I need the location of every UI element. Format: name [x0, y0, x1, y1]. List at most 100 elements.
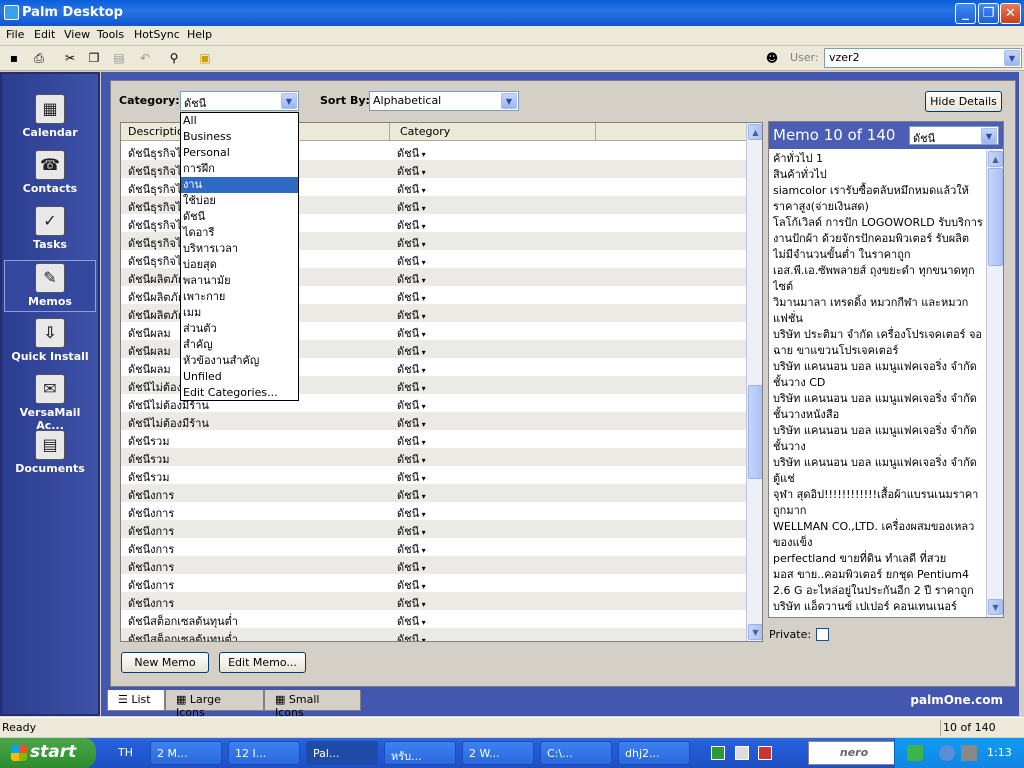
large-icons-view-icon: ▦ — [176, 693, 190, 706]
print-icon[interactable]: ⎙ — [31, 50, 47, 66]
list-scrollbar[interactable]: ▲ ▼ — [746, 123, 762, 641]
taskbar-item-palm[interactable]: Pal... — [306, 741, 378, 765]
table-row[interactable]: ดัชนีงการ ดัชนี — [121, 574, 747, 592]
tab-small-icons[interactable]: ▦ Small Icons — [264, 690, 361, 719]
system-tray: 1:13 — [894, 738, 1024, 768]
tray-icon[interactable] — [907, 745, 923, 761]
menu-tools[interactable]: Tools — [97, 28, 124, 41]
table-row[interactable]: ดัชนีงการ ดัชนี — [121, 502, 747, 520]
dropdown-item[interactable]: บริหารเวลา — [181, 241, 298, 257]
nero-search-box[interactable]: nero — [808, 741, 900, 765]
launcher-versamail[interactable]: ✉ VersaMail Ac... — [4, 372, 96, 432]
minimize-button[interactable]: _ — [955, 3, 976, 24]
user-select[interactable]: vzer2 ▼ — [824, 48, 1022, 68]
copy-icon[interactable]: ❐ — [86, 50, 102, 66]
launcher-quick-install[interactable]: ⇩ Quick Install — [4, 316, 96, 368]
language-indicator[interactable]: TH — [118, 746, 133, 759]
launcher-memos[interactable]: ✎ Memos — [4, 260, 96, 312]
table-row[interactable]: ดัชนีรวม ดัชนี — [121, 430, 747, 448]
taskbar-item[interactable]: 2 M... — [150, 741, 222, 765]
table-row[interactable]: ดัชนีรวม ดัชนี — [121, 448, 747, 466]
quicklaunch-icon[interactable] — [758, 746, 772, 760]
private-checkbox[interactable] — [816, 628, 829, 641]
quicklaunch-icon[interactable] — [711, 746, 725, 760]
launcher-documents[interactable]: ▤ Documents — [4, 428, 96, 480]
dropdown-item[interactable]: บ่อยสุด — [181, 257, 298, 273]
table-row[interactable]: ดัชนีงการ ดัชนี — [121, 556, 747, 574]
row-category[interactable]: ดัชนี — [397, 630, 426, 641]
dropdown-item[interactable]: All — [181, 113, 298, 129]
scroll-down-icon[interactable]: ▼ — [748, 624, 762, 640]
taskbar-item[interactable]: 12 I... — [228, 741, 300, 765]
menu-file[interactable]: File — [6, 28, 24, 41]
table-row[interactable]: ดัชนีงการ ดัชนี — [121, 520, 747, 538]
table-row[interactable]: ดัชนีสต็อกเซลต้นทุนต่ำ ดัชนี — [121, 628, 747, 641]
memo-scrollbar[interactable]: ▲ ▼ — [986, 150, 1003, 617]
quicklaunch-icon[interactable] — [735, 746, 749, 760]
table-row[interactable]: ดัชนีสต็อกเซลต้นทุนต่ำ ดัชนี — [121, 610, 747, 628]
scroll-down-icon[interactable]: ▼ — [988, 599, 1003, 615]
chevron-down-icon[interactable]: ▼ — [981, 128, 997, 144]
dropdown-item[interactable]: การฝึก — [181, 161, 298, 177]
launcher-calendar[interactable]: ▦ Calendar — [4, 92, 96, 144]
find-icon[interactable]: ⚲ — [166, 50, 182, 66]
chevron-down-icon[interactable]: ▼ — [1004, 50, 1020, 66]
list-scroll-thumb[interactable] — [748, 385, 762, 479]
menu-help[interactable]: Help — [187, 28, 212, 41]
dropdown-item[interactable]: Personal — [181, 145, 298, 161]
task-label: dhj2... — [625, 747, 660, 760]
launcher-tasks[interactable]: ✓ Tasks — [4, 204, 96, 256]
launcher-contacts[interactable]: ☎ Contacts — [4, 148, 96, 200]
tray-icon[interactable] — [939, 745, 955, 761]
save-icon[interactable]: ▪ — [6, 50, 22, 66]
new-memo-button[interactable]: New Memo — [121, 652, 209, 673]
title-bar[interactable]: Palm Desktop _ ❐ ✕ — [0, 0, 1024, 26]
undo-icon[interactable]: ↶ — [137, 50, 153, 66]
menu-view[interactable]: View — [64, 28, 90, 41]
column-category[interactable]: Category — [400, 125, 450, 138]
table-row[interactable]: ดัชนีงการ ดัชนี — [121, 592, 747, 610]
lock-icon[interactable]: ▣ — [197, 50, 213, 66]
table-row[interactable]: ดัชนีรวม ดัชนี — [121, 466, 747, 484]
edit-memo-button[interactable]: Edit Memo... — [219, 652, 306, 673]
dropdown-item[interactable]: เมม — [181, 305, 298, 321]
dropdown-item[interactable]: Business — [181, 129, 298, 145]
dropdown-item[interactable]: Edit Categories... — [181, 385, 298, 401]
tab-large-icons[interactable]: ▦ Large Icons — [165, 690, 264, 719]
maximize-button[interactable]: ❐ — [978, 3, 999, 24]
cut-icon[interactable]: ✂ — [62, 50, 78, 66]
taskbar-item[interactable]: C:\... — [540, 741, 612, 765]
dropdown-item[interactable]: ส่วนตัว — [181, 321, 298, 337]
menu-edit[interactable]: Edit — [34, 28, 55, 41]
memo-category-select[interactable]: ดัชนี ▼ — [909, 126, 999, 145]
table-row[interactable]: ดัชนีงการ ดัชนี — [121, 538, 747, 556]
tray-icon[interactable] — [961, 745, 977, 761]
category-select[interactable]: ดัชนี ▼ — [180, 91, 299, 111]
dropdown-item[interactable]: ดัชนี — [181, 209, 298, 225]
scroll-up-icon[interactable]: ▲ — [748, 124, 762, 140]
close-button[interactable]: ✕ — [1000, 3, 1021, 24]
memo-scroll-thumb[interactable] — [988, 168, 1003, 266]
taskbar-item[interactable]: หรับ... — [384, 741, 456, 765]
dropdown-item[interactable]: ไดอารี — [181, 225, 298, 241]
dropdown-item[interactable]: Unfiled — [181, 369, 298, 385]
menu-hotsync[interactable]: HotSync — [134, 28, 180, 41]
tab-list[interactable]: ☰ List — [107, 690, 165, 711]
taskbar-item[interactable]: 2 W... — [462, 741, 534, 765]
memo-text[interactable]: ค้าทั่วไป 1 สินค้าทั่วไป siamcolor เรารับซ… — [773, 151, 985, 615]
dropdown-item[interactable]: เพาะกาย — [181, 289, 298, 305]
scroll-up-icon[interactable]: ▲ — [988, 151, 1003, 167]
hide-details-button[interactable]: Hide Details — [925, 91, 1002, 112]
table-row[interactable]: ดัชนีงการ ดัชนี — [121, 484, 747, 502]
dropdown-item[interactable]: สำคัญ — [181, 337, 298, 353]
chevron-down-icon[interactable]: ▼ — [281, 93, 297, 109]
sortby-select[interactable]: Alphabetical ▼ — [369, 91, 519, 111]
chevron-down-icon[interactable]: ▼ — [501, 93, 517, 109]
dropdown-item[interactable]: งาน — [181, 177, 298, 193]
taskbar-item[interactable]: dhj2... — [618, 741, 690, 765]
table-row[interactable]: ดัชนีไม่ต้องมีร้าน ดัชนี — [121, 412, 747, 430]
paste-icon[interactable]: ▤ — [111, 50, 127, 66]
dropdown-item[interactable]: พลานามัย — [181, 273, 298, 289]
dropdown-item[interactable]: ใช้บ่อย — [181, 193, 298, 209]
dropdown-item[interactable]: หัวข้องานสำคัญ — [181, 353, 298, 369]
